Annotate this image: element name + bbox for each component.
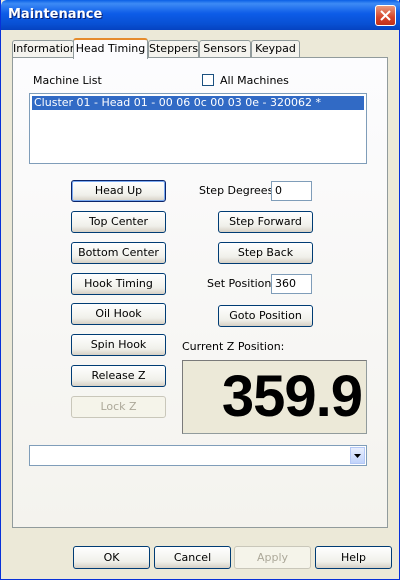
all-machines-checkbox[interactable] [202, 74, 214, 86]
bottom-center-button[interactable]: Bottom Center [71, 242, 166, 264]
tab-keypad[interactable]: Keypad [251, 40, 300, 57]
maintenance-dialog: Maintenance Information Head Timing Step… [0, 0, 400, 580]
close-button[interactable] [375, 5, 396, 26]
window-title: Maintenance [8, 7, 103, 22]
head-up-button[interactable]: Head Up [71, 180, 166, 202]
lock-z-button[interactable]: Lock Z [71, 396, 166, 418]
step-forward-button[interactable]: Step Forward [218, 211, 313, 233]
top-center-button[interactable]: Top Center [71, 211, 166, 233]
spin-hook-button[interactable]: Spin Hook [71, 334, 166, 356]
goto-position-button[interactable]: Goto Position [218, 305, 313, 327]
set-position-input[interactable]: 360 [271, 274, 312, 294]
tab-head-timing[interactable]: Head Timing [73, 38, 148, 59]
current-z-position-label: Current Z Position: [182, 340, 285, 353]
step-degrees-input[interactable]: 0 [271, 181, 312, 201]
tab-information[interactable]: Information [12, 40, 77, 57]
apply-button[interactable]: Apply [234, 546, 311, 569]
oil-hook-button[interactable]: Oil Hook [71, 303, 166, 325]
step-back-button[interactable]: Step Back [218, 242, 313, 264]
help-button[interactable]: Help [315, 546, 392, 569]
title-bar[interactable]: Maintenance [1, 0, 400, 30]
command-dropdown[interactable] [29, 445, 367, 466]
hook-timing-button[interactable]: Hook Timing [71, 273, 166, 295]
release-z-button[interactable]: Release Z [71, 365, 166, 387]
list-item[interactable]: Cluster 01 - Head 01 - 00 06 0c 00 03 0e… [32, 96, 364, 110]
set-position-label: Set Position: [207, 277, 276, 290]
chevron-down-icon [354, 454, 361, 458]
dropdown-arrow-button[interactable] [350, 447, 365, 464]
step-degrees-label: Step Degrees: [199, 184, 278, 197]
machine-list-label: Machine List [33, 74, 102, 87]
z-position-value: 359.9 [221, 364, 363, 429]
close-icon [380, 10, 391, 21]
tab-sensors[interactable]: Sensors [199, 40, 251, 57]
ok-button[interactable]: OK [73, 546, 150, 569]
all-machines-label[interactable]: All Machines [220, 74, 289, 87]
z-position-display: 359.9 [182, 360, 367, 434]
tab-steppers[interactable]: Steppers [148, 40, 199, 57]
machine-list[interactable]: Cluster 01 - Head 01 - 00 06 0c 00 03 0e… [29, 93, 367, 164]
cancel-button[interactable]: Cancel [154, 546, 231, 569]
